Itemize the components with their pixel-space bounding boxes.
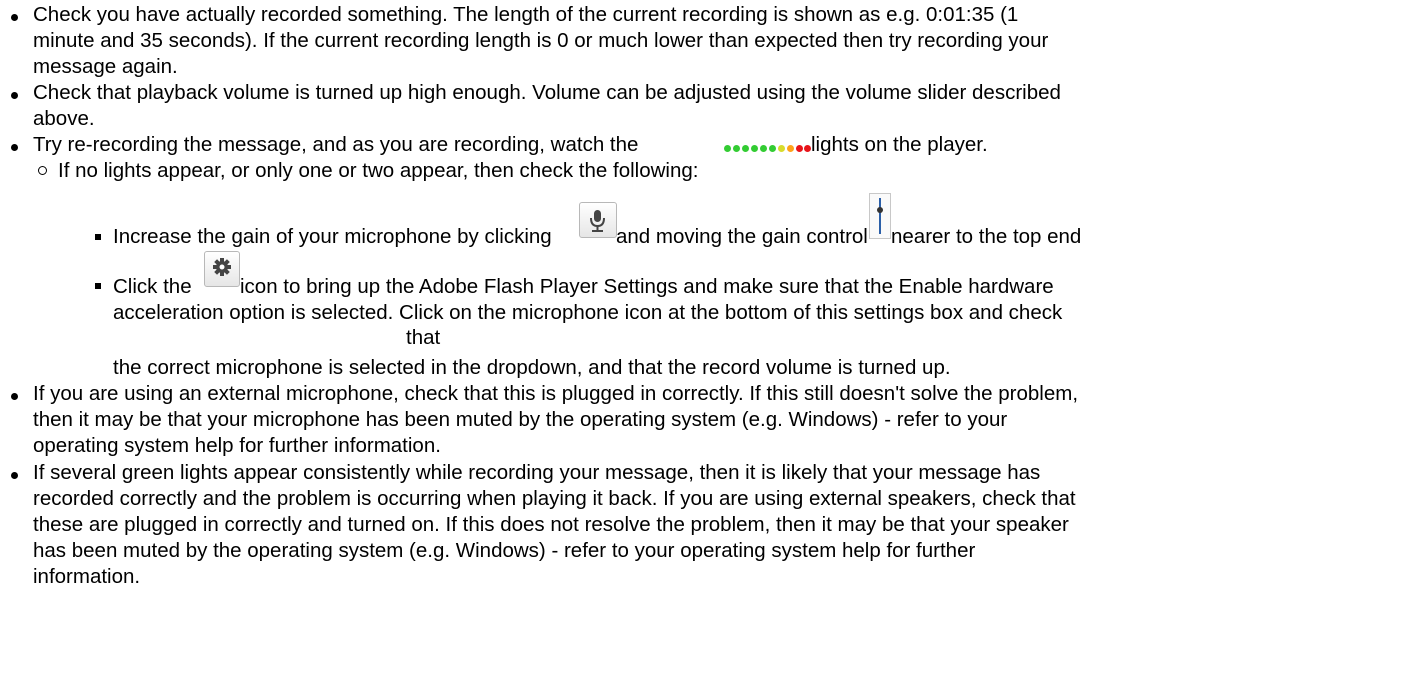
text-line: that bbox=[406, 326, 441, 349]
text-line: recorded correctly and the problem is oc… bbox=[33, 487, 1076, 510]
bullet-dot bbox=[11, 14, 18, 21]
text-line: Increase the gain of your microphone by … bbox=[113, 225, 552, 248]
level-light bbox=[724, 145, 731, 152]
level-light bbox=[796, 145, 803, 152]
text-line: the correct microphone is selected in th… bbox=[113, 356, 951, 379]
level-light bbox=[751, 145, 758, 152]
text-line: message again. bbox=[33, 55, 178, 78]
text-line: Check that playback volume is turned up … bbox=[33, 81, 1061, 104]
level-light bbox=[760, 145, 767, 152]
text-line: If you are using an external microphone,… bbox=[33, 382, 1079, 405]
text-line: icon to bring up the Adobe Flash Player … bbox=[240, 275, 1054, 298]
text-line: these are plugged in correctly and turne… bbox=[33, 513, 1069, 536]
text-line: Try re-recording the message, and as you… bbox=[33, 133, 639, 156]
level-lights-icon bbox=[724, 145, 811, 153]
text-line: lights on the player. bbox=[811, 133, 988, 156]
bullet-dot bbox=[11, 144, 18, 151]
text-line: If several green lights appear consisten… bbox=[33, 461, 1041, 484]
level-light bbox=[733, 145, 740, 152]
text-line: operating system help for further inform… bbox=[33, 434, 441, 457]
level-light bbox=[778, 145, 785, 152]
text-line: nearer to the top end bbox=[891, 225, 1082, 248]
text-line: above. bbox=[33, 107, 95, 130]
text-line: minute and 35 seconds). If the current r… bbox=[33, 29, 1049, 52]
text-line: If no lights appear, or only one or two … bbox=[58, 159, 699, 182]
square-bullet bbox=[95, 283, 101, 289]
level-light bbox=[804, 145, 811, 152]
level-light bbox=[787, 145, 794, 152]
microphone-icon[interactable] bbox=[579, 202, 617, 238]
text-line: and moving the gain control bbox=[616, 225, 868, 248]
ring-bullet bbox=[38, 166, 47, 175]
text-line: acceleration option is selected. Click o… bbox=[113, 301, 1063, 324]
level-light bbox=[769, 145, 776, 152]
bullet-dot bbox=[11, 472, 18, 479]
text-line: has been muted by the operating system (… bbox=[33, 539, 976, 562]
gear-icon[interactable] bbox=[204, 251, 240, 287]
bullet-dot bbox=[11, 393, 18, 400]
text-line: then it may be that your microphone has … bbox=[33, 408, 1008, 431]
text-line: Check you have actually recorded somethi… bbox=[33, 3, 1019, 26]
text-line: information. bbox=[33, 565, 141, 588]
gain-slider-icon[interactable] bbox=[869, 193, 891, 239]
text-line: Click the bbox=[113, 275, 192, 298]
level-light bbox=[742, 145, 749, 152]
square-bullet bbox=[95, 234, 101, 240]
bullet-dot bbox=[11, 92, 18, 99]
